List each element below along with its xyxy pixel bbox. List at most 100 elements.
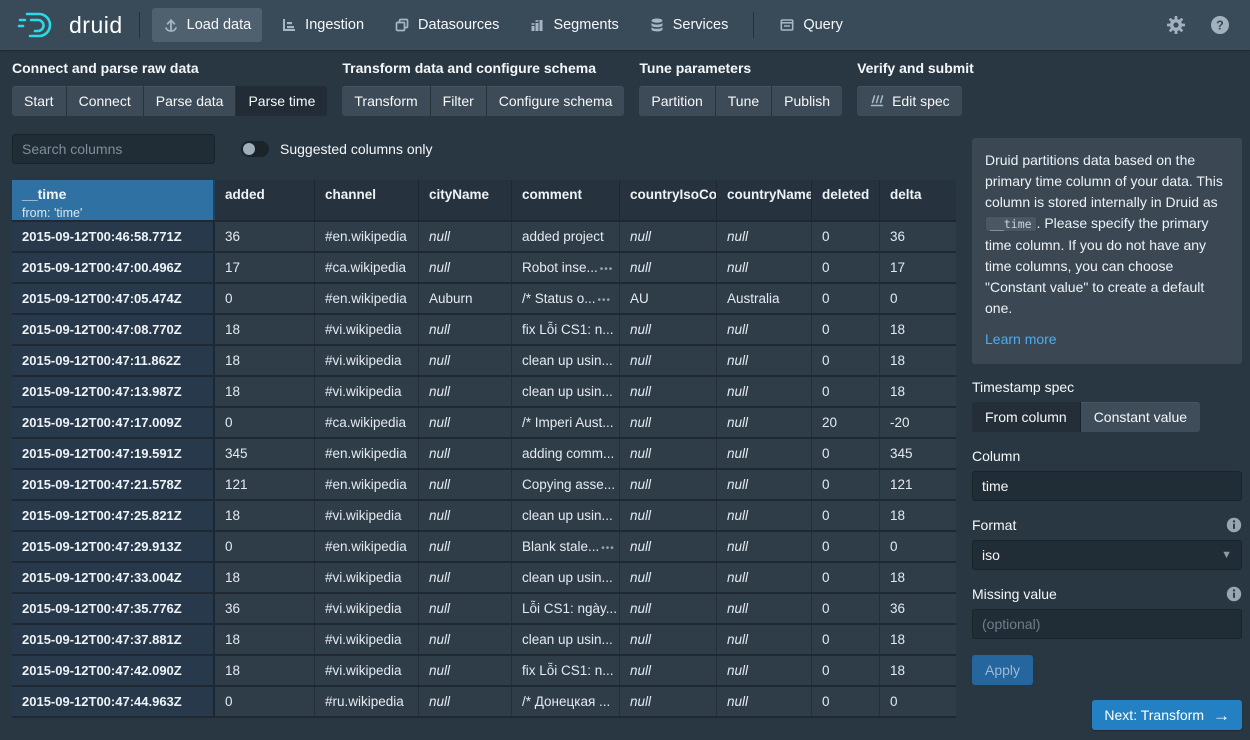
step-button-configure-schema[interactable]: Configure schema [487,86,625,116]
suggested-columns-toggle[interactable] [241,141,269,157]
cell-comment: /* Status o...••• [512,284,620,313]
missing-value-info-icon[interactable] [1226,586,1242,602]
step-button-label: Transform [354,93,417,109]
main-nav: Load dataIngestion Datasources Segments Ser… [152,8,854,42]
time-cell: 2015-09-12T00:47:00.496Z [12,253,215,282]
navbar-divider [139,12,140,38]
cell-cityName: null [419,625,512,654]
time-column-header[interactable]: __timefrom: 'time' [12,180,215,220]
step-button-filter[interactable]: Filter [431,86,487,116]
apply-button[interactable]: Apply [972,655,1033,685]
info-callout: Druid partitions data based on the prima… [972,138,1242,364]
format-label: Format [972,517,1242,533]
time-cell: 2015-09-12T00:47:17.009Z [12,408,215,437]
cell-channel: #en.wikipedia [315,284,419,313]
step-group: Connect and parse raw dataStartConnectPa… [12,60,327,116]
druid-logo[interactable]: druid [15,10,127,40]
column-label: Column [972,448,1242,464]
cell-deleted: 20 [812,408,880,437]
table-row: 2015-09-12T00:47:37.881Z18#vi.wikipedian… [12,625,956,654]
cell-added: 345 [215,439,315,468]
cell-countryIsoCode: null [620,408,717,437]
cell-comment: clean up usin... [512,563,620,592]
cell-deleted: 0 [812,625,880,654]
missing-value-input[interactable] [972,609,1242,639]
from-column-button[interactable]: From column [972,402,1081,432]
table-row: 2015-09-12T00:47:35.776Z36#vi.wikipedian… [12,594,956,623]
column-header-delta[interactable]: delta [880,180,956,220]
cell-added: 0 [215,532,315,561]
gear-icon[interactable] [1161,10,1191,40]
cell-channel: #en.wikipedia [315,470,419,499]
cell-countryIsoCode: null [620,439,717,468]
column-header-channel[interactable]: channel [315,180,419,220]
format-info-icon[interactable] [1226,517,1242,533]
column-header-deleted[interactable]: deleted [812,180,880,220]
step-button-partition[interactable]: Partition [639,86,715,116]
step-button-parse-time[interactable]: Parse time [236,86,327,116]
table-row: 2015-09-12T00:47:00.496Z17#ca.wikipedian… [12,253,956,282]
cell-deleted: 0 [812,470,880,499]
cell-deleted: 0 [812,222,880,251]
show-more-icon[interactable]: ••• [600,264,614,275]
cell-channel: #en.wikipedia [315,439,419,468]
time-cell: 2015-09-12T00:47:11.862Z [12,346,215,375]
step-button-transform[interactable]: Transform [342,86,430,116]
segments-icon [529,17,545,33]
help-icon[interactable]: ? [1205,10,1235,40]
nav-item-datasources[interactable]: Datasources [383,8,510,42]
nav-item-query[interactable]: Query [768,8,854,42]
timestamp-spec-label: Timestamp spec [972,379,1242,395]
edit-spec-icon [869,93,885,109]
column-header-comment[interactable]: comment [512,180,620,220]
step-button-connect[interactable]: Connect [67,86,144,116]
step-button-label: Parse data [156,93,224,109]
next-transform-button[interactable]: Next: Transform → [1092,700,1242,730]
search-input[interactable] [12,134,215,164]
column-header-countryIsoCode[interactable]: countryIsoCode [620,180,717,220]
column-header-added[interactable]: added [215,180,315,220]
cell-countryName: null [717,377,812,406]
nav-item-load-data[interactable]: Load data [152,8,263,42]
column-header-cityName[interactable]: cityName [419,180,512,220]
cell-deleted: 0 [812,315,880,344]
navbar-divider [753,12,754,38]
column-input[interactable] [972,471,1242,501]
step-button-label: Connect [79,93,131,109]
cell-deleted: 0 [812,501,880,530]
constant-value-button[interactable]: Constant value [1081,402,1200,432]
nav-item-ingestion[interactable]: Ingestion [270,8,375,42]
show-more-icon[interactable]: ••• [598,295,612,306]
cell-countryIsoCode: null [620,563,717,592]
nav-item-label: Datasources [418,17,499,33]
step-button-publish[interactable]: Publish [772,86,842,116]
cell-comment: added project [512,222,620,251]
cell-added: 121 [215,470,315,499]
cell-countryIsoCode: null [620,656,717,685]
step-button-label: Tune [728,93,759,109]
cell-comment: /* Imperi Aust... [512,408,620,437]
column-header-countryName[interactable]: countryName [717,180,812,220]
suggested-columns-label: Suggested columns only [280,141,433,157]
format-select[interactable]: iso ▼ [972,540,1242,570]
step-button-parse-data[interactable]: Parse data [144,86,237,116]
table-row: 2015-09-12T00:47:33.004Z18#vi.wikipedian… [12,563,956,592]
learn-more-link[interactable]: Learn more [985,329,1057,350]
nav-item-segments[interactable]: Segments [518,8,629,42]
show-more-icon[interactable]: ••• [601,543,615,554]
cell-cityName: null [419,656,512,685]
step-button-tune[interactable]: Tune [716,86,772,116]
step-nav: Connect and parse raw dataStartConnectPa… [12,60,989,116]
cell-countryIsoCode: null [620,470,717,499]
step-button-edit-spec[interactable]: Edit spec [857,86,962,116]
cell-countryName: null [717,501,812,530]
cell-comment: adding comm... [512,439,620,468]
nav-item-services[interactable]: Services [638,8,740,42]
cell-channel: #vi.wikipedia [315,501,419,530]
cell-added: 0 [215,408,315,437]
step-group: Tune parametersPartitionTunePublish [639,60,842,116]
step-button-start[interactable]: Start [12,86,67,116]
time-cell: 2015-09-12T00:47:05.474Z [12,284,215,313]
cell-added: 36 [215,222,315,251]
table-header-row: __timefrom: 'time'addedchannelcityNameco… [12,180,956,220]
